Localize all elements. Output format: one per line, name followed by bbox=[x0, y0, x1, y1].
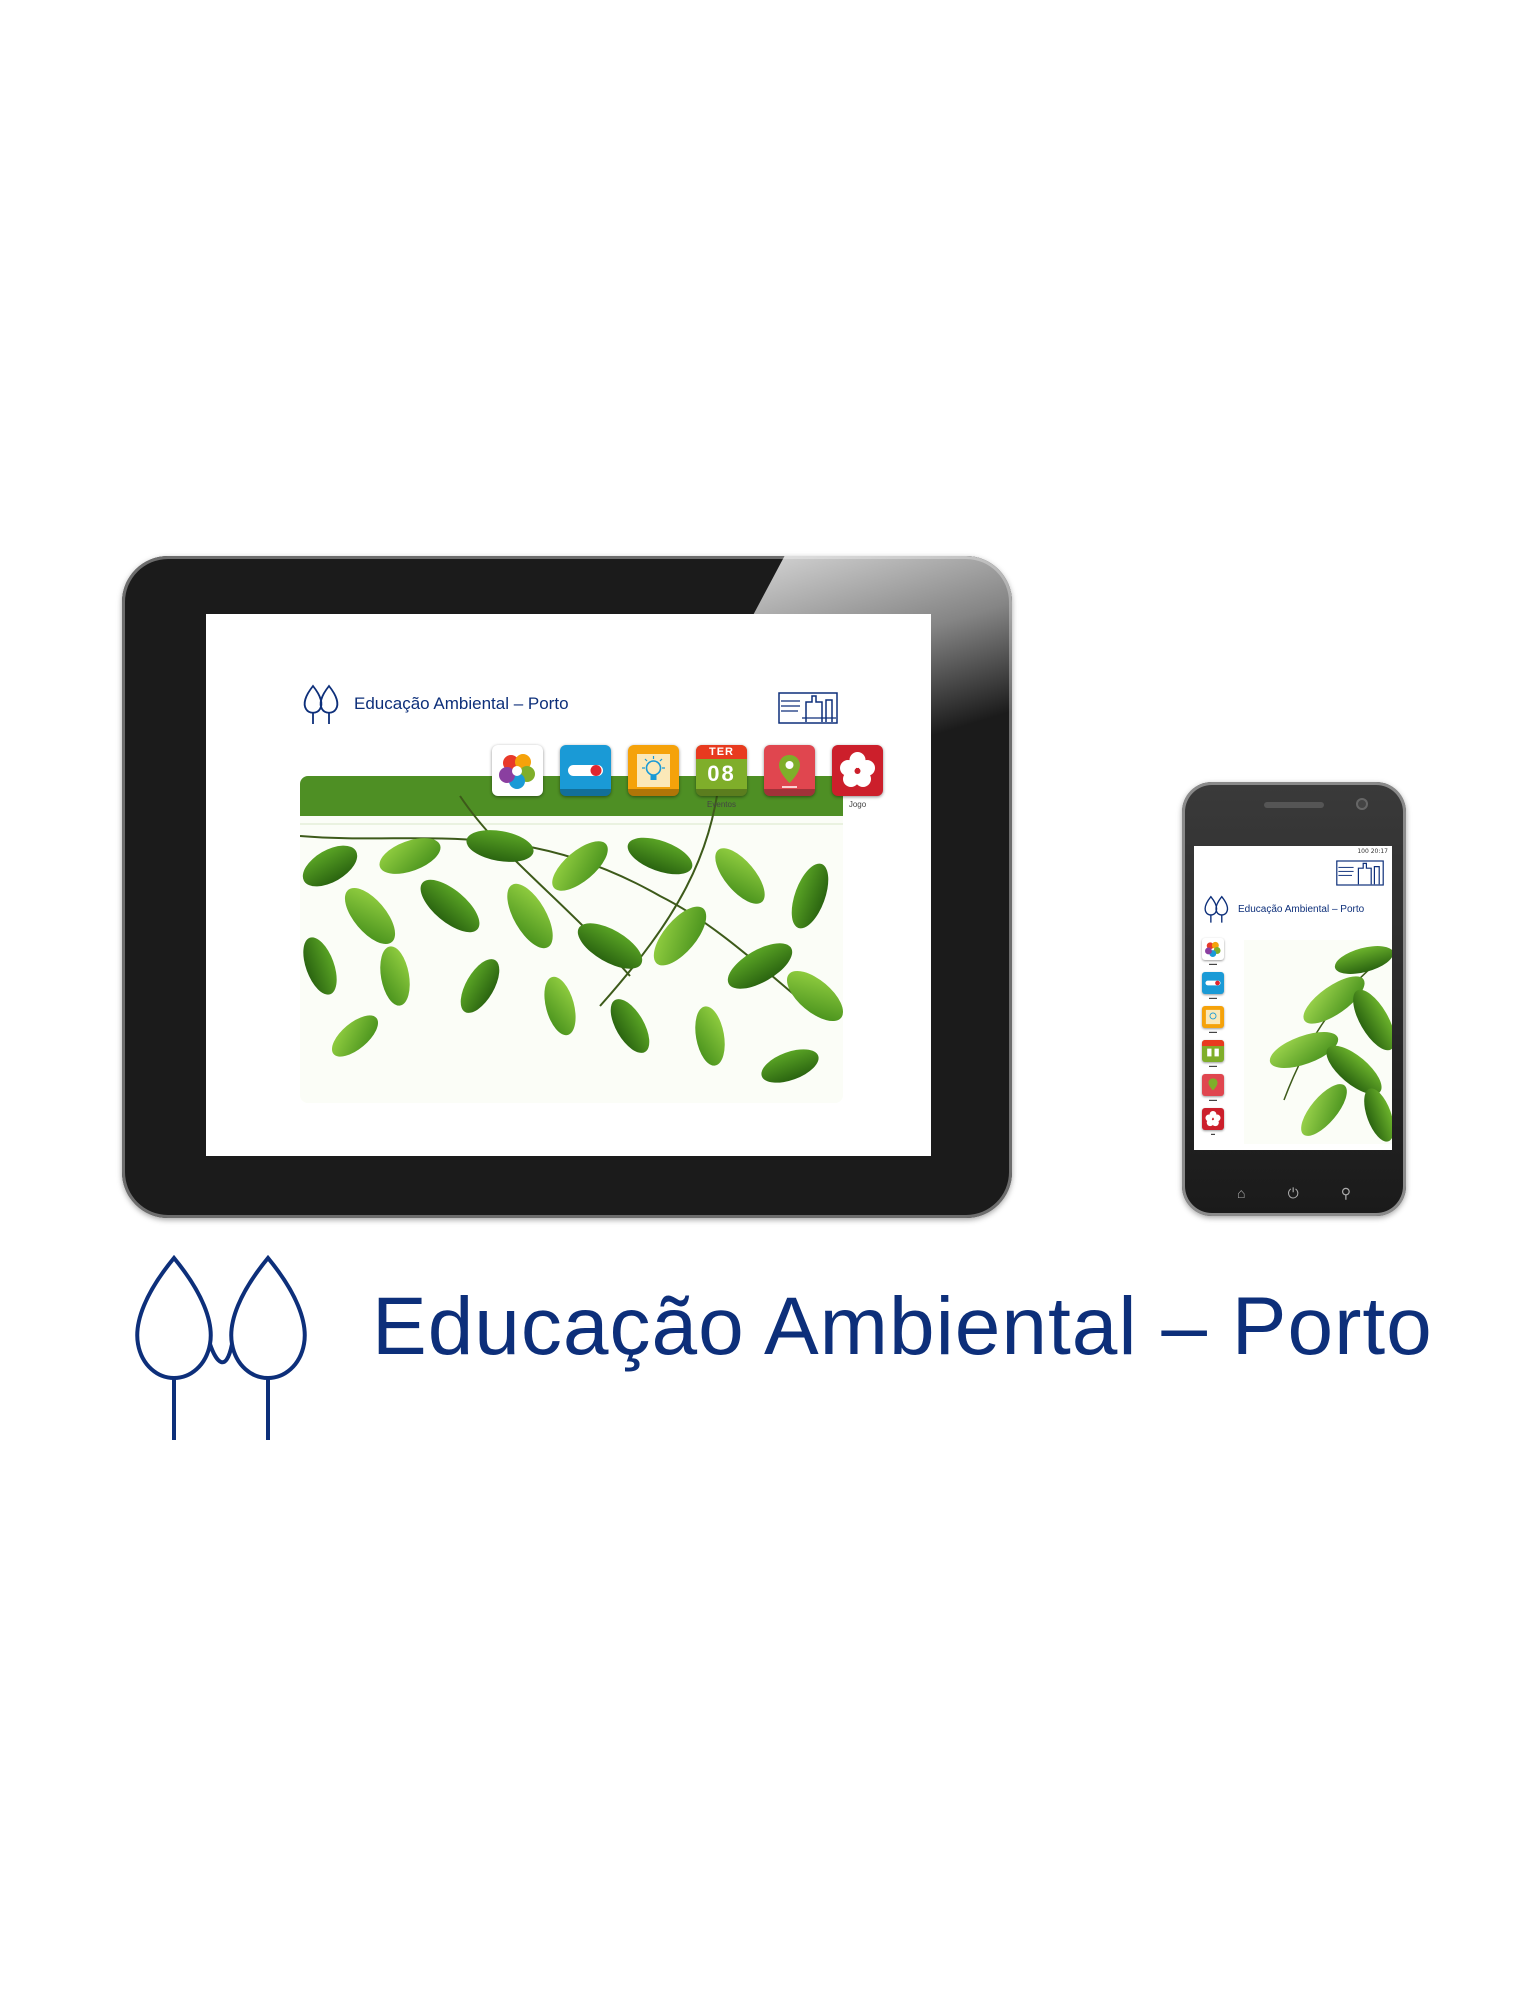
phone-hero-leaves-image bbox=[1244, 940, 1392, 1144]
phone-app-icons: ▬▬ ▬▬ ▬▬ ▬▬ ▬▬ ▬ bbox=[1202, 938, 1224, 1136]
phone-status-bar: 100 20:17 bbox=[1357, 848, 1388, 855]
app-game[interactable]: Jogo bbox=[832, 745, 883, 809]
app-map[interactable] bbox=[764, 745, 815, 809]
phone-screen: 100 20:17 Educação Ambiental – Porto ▬▬ … bbox=[1194, 846, 1392, 1150]
map-pin-icon[interactable] bbox=[1202, 1074, 1224, 1096]
toggle-icon[interactable] bbox=[560, 745, 611, 796]
app-game[interactable]: ▬ bbox=[1202, 1108, 1224, 1136]
hibiscus-icon[interactable] bbox=[832, 745, 883, 796]
app-toggle[interactable]: ▬▬ bbox=[1202, 972, 1224, 1000]
app-label: ▬ bbox=[1211, 1131, 1215, 1136]
app-label: Jogo bbox=[848, 800, 867, 809]
tablet-brand[interactable]: Educação Ambiental – Porto bbox=[300, 682, 569, 726]
app-label: ▬▬ bbox=[1209, 961, 1217, 966]
tablet-app-icons: TER 08 Eventos Jogo bbox=[492, 745, 883, 809]
power-icon[interactable]: ⏻ bbox=[1288, 1185, 1299, 1202]
lightbulb-icon[interactable] bbox=[628, 745, 679, 796]
flower-logo-icon[interactable] bbox=[1202, 938, 1224, 960]
camara-municipal-logo-icon[interactable] bbox=[778, 692, 838, 724]
calendar-icon[interactable]: TER 08 bbox=[696, 745, 747, 796]
lightbulb-icon[interactable] bbox=[1202, 1006, 1224, 1028]
app-label: ▬▬ bbox=[1209, 1097, 1217, 1102]
app-ideas[interactable] bbox=[628, 745, 679, 809]
trees-logo-icon bbox=[135, 1254, 307, 1440]
camara-municipal-logo-icon[interactable] bbox=[1336, 860, 1384, 886]
app-label: Eventos bbox=[707, 800, 736, 809]
phone-brand-title: Educação Ambiental – Porto bbox=[1238, 903, 1365, 915]
flower-logo-icon[interactable] bbox=[492, 745, 543, 796]
app-monumentos[interactable] bbox=[492, 745, 543, 809]
app-label: ▬▬ bbox=[1209, 1029, 1217, 1034]
app-calendar[interactable]: ▬▬ bbox=[1202, 1040, 1224, 1068]
tablet-device: Educação Ambiental – Porto TER 08 Evento… bbox=[122, 556, 1012, 1218]
app-calendar[interactable]: TER 08 Eventos bbox=[696, 745, 747, 809]
phone-nav-bar: ⌂ ⏻ ⚲ bbox=[1182, 1185, 1406, 1202]
tablet-brand-title: Educação Ambiental – Porto bbox=[354, 694, 569, 713]
brand-title: Educação Ambiental – Porto bbox=[372, 1281, 1433, 1372]
hero-leaves-image bbox=[300, 776, 843, 1103]
calendar-icon[interactable] bbox=[1202, 1040, 1224, 1062]
app-toggle[interactable] bbox=[560, 745, 611, 809]
map-pin-icon[interactable] bbox=[764, 745, 815, 796]
phone-device: 100 20:17 Educação Ambiental – Porto ▬▬ … bbox=[1182, 782, 1406, 1216]
tablet-screen: Educação Ambiental – Porto TER 08 Evento… bbox=[206, 614, 931, 1156]
app-ideas[interactable]: ▬▬ bbox=[1202, 1006, 1224, 1034]
phone-speaker bbox=[1264, 802, 1324, 808]
app-label: ▬▬ bbox=[1209, 1063, 1217, 1068]
hibiscus-icon[interactable] bbox=[1202, 1108, 1224, 1130]
trees-logo-icon bbox=[1204, 895, 1229, 923]
app-monumentos[interactable]: ▬▬ bbox=[1202, 938, 1224, 966]
calendar-day: TER bbox=[696, 745, 747, 759]
trees-logo-icon bbox=[303, 684, 339, 724]
home-icon[interactable]: ⌂ bbox=[1237, 1185, 1245, 1202]
leaves-illustration bbox=[300, 776, 843, 1103]
app-map[interactable]: ▬▬ bbox=[1202, 1074, 1224, 1102]
search-icon[interactable]: ⚲ bbox=[1341, 1185, 1351, 1202]
calendar-number: 08 bbox=[707, 761, 736, 786]
phone-camera bbox=[1356, 798, 1368, 810]
phone-brand[interactable]: Educação Ambiental – Porto bbox=[1202, 894, 1364, 924]
toggle-icon[interactable] bbox=[1202, 972, 1224, 994]
app-label: ▬▬ bbox=[1209, 995, 1217, 1000]
